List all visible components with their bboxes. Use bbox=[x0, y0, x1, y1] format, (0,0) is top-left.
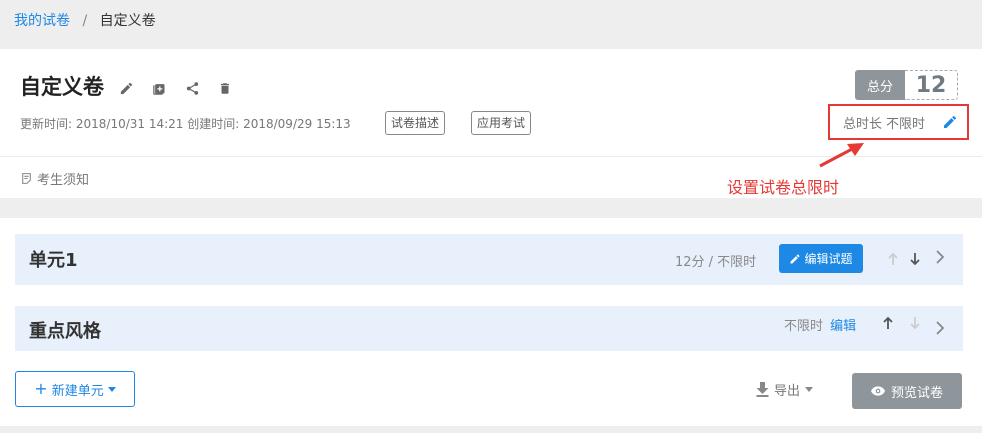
exam-notice-link[interactable]: 考生须知 bbox=[20, 169, 89, 188]
chevron-right-icon[interactable] bbox=[935, 249, 945, 265]
breadcrumb-separator: / bbox=[82, 13, 88, 29]
total-score-value: 12 bbox=[905, 70, 958, 100]
add-box-icon[interactable] bbox=[151, 80, 167, 96]
total-score-label: 总分 bbox=[855, 70, 905, 100]
caret-down-icon bbox=[107, 386, 116, 392]
unit-time: 不限时 bbox=[784, 319, 824, 334]
total-time-setting: 总时长 不限时 bbox=[828, 104, 969, 140]
export-dropdown[interactable]: 导出 bbox=[756, 380, 814, 399]
unit-row[interactable]: 单元1 12分 / 不限时 编辑试题 bbox=[15, 234, 963, 285]
edit-questions-button[interactable]: 编辑试题 bbox=[779, 244, 863, 273]
arrow-down-icon[interactable] bbox=[910, 316, 920, 330]
new-unit-label: 新建单元 bbox=[51, 383, 104, 399]
export-label: 导出 bbox=[774, 384, 801, 399]
trash-icon[interactable] bbox=[217, 80, 233, 96]
breadcrumb-my-papers[interactable]: 我的试卷 bbox=[14, 13, 70, 29]
unit-name: 单元1 bbox=[29, 250, 78, 271]
total-time-label: 总时长 bbox=[843, 116, 883, 132]
annotation-arrow bbox=[819, 143, 864, 168]
total-score: 总分 12 bbox=[855, 70, 958, 100]
breadcrumb: 我的试卷 / 自定义卷 bbox=[14, 11, 156, 31]
plus-icon: + bbox=[34, 379, 48, 398]
caret-down-icon bbox=[805, 387, 814, 392]
page-title: 自定义卷 bbox=[20, 75, 104, 99]
chevron-right-icon[interactable] bbox=[935, 320, 945, 336]
unit-info: 12分 / 不限时 bbox=[675, 255, 757, 270]
unit-info: 不限时 编辑 bbox=[784, 315, 856, 334]
document-icon bbox=[22, 173, 31, 184]
eye-icon bbox=[870, 386, 885, 396]
new-unit-button[interactable]: + 新建单元 bbox=[15, 371, 135, 407]
breadcrumb-current: 自定义卷 bbox=[99, 13, 156, 29]
total-time-value: 不限时 bbox=[886, 116, 926, 132]
paper-timestamps: 更新时间: 2018/10/31 14:21 创建时间: 2018/09/29 … bbox=[20, 117, 351, 131]
edit-questions-label: 编辑试题 bbox=[804, 252, 853, 266]
pencil-icon bbox=[790, 253, 800, 263]
paper-description-button[interactable]: 试卷描述 bbox=[385, 111, 446, 135]
units-card: 单元1 12分 / 不限时 编辑试题 重点风格 不限时 编辑 + 新建单元 导出… bbox=[0, 218, 982, 426]
arrow-up-icon[interactable] bbox=[888, 252, 898, 266]
edit-link[interactable]: 编辑 bbox=[830, 319, 856, 334]
preview-label: 预览试卷 bbox=[890, 385, 943, 401]
unit-name: 重点风格 bbox=[29, 321, 101, 342]
annotation-text: 设置试卷总限时 bbox=[727, 178, 840, 197]
arrow-down-icon[interactable] bbox=[910, 252, 920, 266]
arrow-up-icon[interactable] bbox=[883, 316, 893, 330]
exam-notice-label: 考生须知 bbox=[37, 173, 90, 188]
unit-row[interactable]: 重点风格 不限时 编辑 bbox=[15, 306, 963, 351]
download-icon bbox=[756, 382, 769, 397]
preview-paper-button[interactable]: 预览试卷 bbox=[852, 373, 962, 409]
title-toolbar bbox=[118, 80, 233, 96]
apply-exam-button[interactable]: 应用考试 bbox=[471, 111, 532, 135]
pencil-icon[interactable] bbox=[942, 114, 958, 134]
share-icon[interactable] bbox=[184, 80, 200, 96]
pencil-icon[interactable] bbox=[118, 80, 134, 96]
